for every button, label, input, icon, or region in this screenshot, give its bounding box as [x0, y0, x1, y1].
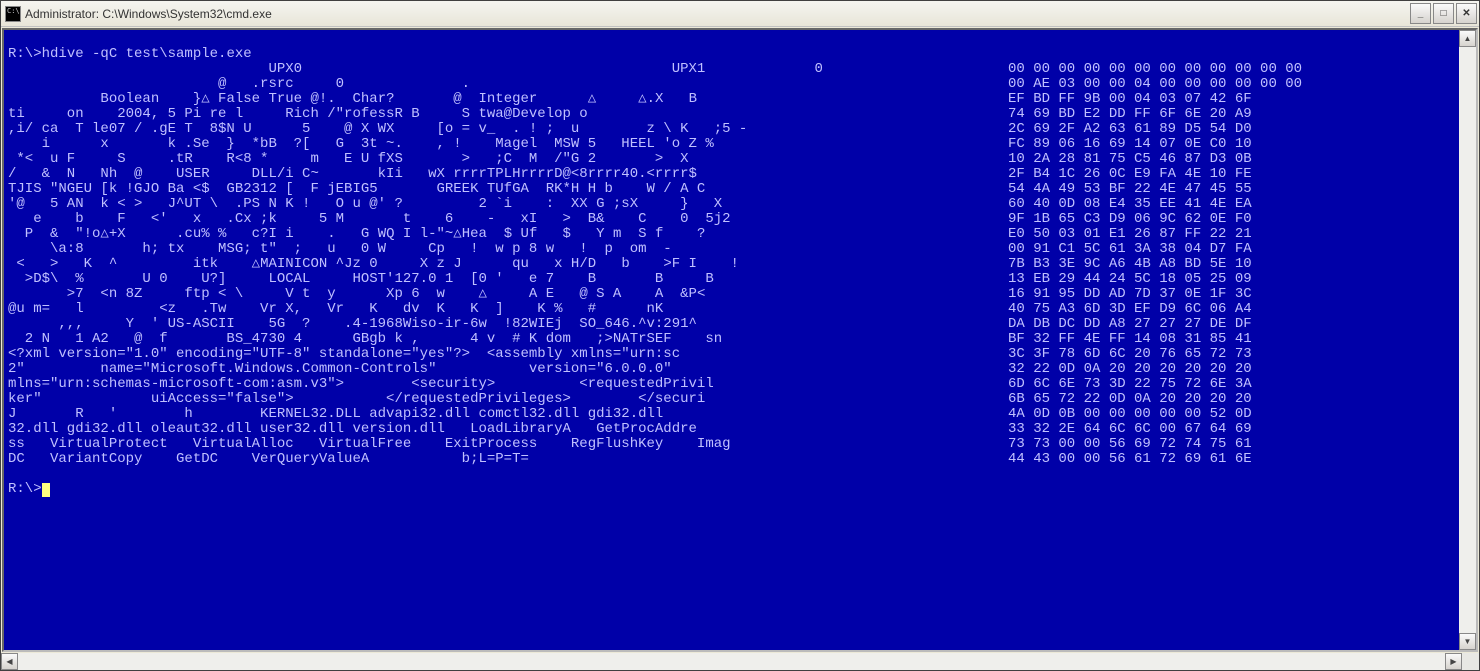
output-line: e b F <' x .Cx ;k 5 M t 6 - xI > B& C 0 …: [8, 212, 1455, 227]
hscroll-track[interactable]: [18, 653, 1445, 670]
output-line: i x k .Se } *bB ?[ G 3t ~. , ! Magel MSW…: [8, 137, 1455, 152]
minimize-button[interactable]: _: [1410, 3, 1431, 24]
vertical-scrollbar[interactable]: ▲ ▼: [1459, 30, 1476, 650]
blank-line: [8, 32, 1455, 47]
output-line: 2 N 1 A2 @ f BS_4730 4 GBgb k , 4 v # K …: [8, 332, 1455, 347]
output-line: ti on 2004, 5 Pi re l Rich /"rofessR B S…: [8, 107, 1455, 122]
output-line: / & N Nh @ USER DLL/i C~ kIi wX rrrrTPLH…: [8, 167, 1455, 182]
output-line: @u m= l <z .Tw Vr X, Vr K dv K K ] K % #…: [8, 302, 1455, 317]
console-output[interactable]: R:\>hdive -qC test\sample.exe UPX0 UPX1 …: [4, 30, 1459, 650]
output-line: @ .rsrc 0 .00 AE 03 00 00 04 00 00 00 00…: [8, 77, 1455, 92]
output-line: 2" name="Microsoft.Windows.Common-Contro…: [8, 362, 1455, 377]
titlebar[interactable]: Administrator: C:\Windows\System32\cmd.e…: [1, 1, 1479, 27]
close-button[interactable]: ✕: [1456, 3, 1477, 24]
output-line: Boolean }△ False True @!. Char? @ Intege…: [8, 92, 1455, 107]
output-line: <?xml version="1.0" encoding="UTF-8" sta…: [8, 347, 1455, 362]
output-line: UPX0 UPX1 000 00 00 00 00 00 00 00 00 00…: [8, 62, 1455, 77]
output-line: >D$\ % U 0 U?] LOCAL HOST'127.0 1 [0 ' e…: [8, 272, 1455, 287]
cmd-icon: [5, 6, 21, 22]
prompt-line: R:\>hdive -qC test\sample.exe: [8, 47, 1455, 62]
horizontal-scrollbar[interactable]: ◀ ▶: [1, 653, 1462, 670]
window-buttons: _ □ ✕: [1408, 3, 1477, 24]
bottom-scrollbar-row: ◀ ▶: [1, 653, 1479, 670]
output-line: J R ' h KERNEL32.DLL advapi32.dll comctl…: [8, 407, 1455, 422]
output-line: *< u F S .tR R<8 * m E U fXS > ;C M /"G …: [8, 152, 1455, 167]
console-area: R:\>hdive -qC test\sample.exe UPX0 UPX1 …: [2, 28, 1478, 652]
scroll-up-button[interactable]: ▲: [1459, 30, 1476, 47]
output-line: >7 <n 8Z ftp < \ V t y Xp 6 w △ A E @ S …: [8, 287, 1455, 302]
scroll-right-button[interactable]: ▶: [1445, 653, 1462, 670]
output-line: 32.dll gdi32.dll oleaut32.dll user32.dll…: [8, 422, 1455, 437]
output-line: ,i/ ca T le07 / .gE T 8$N U 5 @ X WX [o …: [8, 122, 1455, 137]
output-line: ss VirtualProtect VirtualAlloc VirtualFr…: [8, 437, 1455, 452]
output-line: P & "!o△+X .cu% % c?I i . G WQ I l-"~△He…: [8, 227, 1455, 242]
scroll-left-button[interactable]: ◀: [1, 653, 18, 670]
window-title: Administrator: C:\Windows\System32\cmd.e…: [25, 7, 1408, 21]
output-line: \a:8 h; tx MSG; t" ; u 0 W Cp ! w p 8 w …: [8, 242, 1455, 257]
output-line: ,,, Y ' US-ASCII 5G ? .4-1968Wiso-ir-6w …: [8, 317, 1455, 332]
scrollbar-corner: [1462, 653, 1479, 670]
cmd-window: Administrator: C:\Windows\System32\cmd.e…: [0, 0, 1480, 671]
scroll-down-button[interactable]: ▼: [1459, 633, 1476, 650]
output-line: TJIS "NGEU [k !GJO Ba <$ GB2312 [ F jEBI…: [8, 182, 1455, 197]
cursor: [42, 483, 50, 497]
output-line: < > K ^ itk △MAINICON ^Jz 0 X z J qu x H…: [8, 257, 1455, 272]
blank-line: [8, 467, 1455, 482]
output-line: '@ 5 AN k < > J^UT \ .PS N K ! O u @' ? …: [8, 197, 1455, 212]
output-line: mlns="urn:schemas-microsoft-com:asm.v3">…: [8, 377, 1455, 392]
output-line: ker" uiAccess="false"> </requestedPrivil…: [8, 392, 1455, 407]
scrollbar-track[interactable]: [1459, 47, 1476, 633]
prompt-line: R:\>: [8, 482, 1455, 497]
output-line: DC VariantCopy GetDC VerQueryValueA b;L=…: [8, 452, 1455, 467]
maximize-button[interactable]: □: [1433, 3, 1454, 24]
